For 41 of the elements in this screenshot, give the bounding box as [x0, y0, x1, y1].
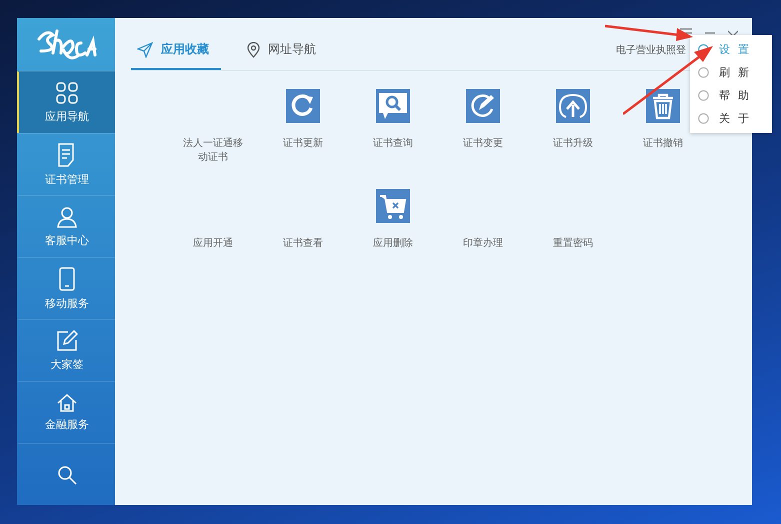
app-shortcut[interactable]: 证书查看 [258, 189, 348, 277]
menu-item[interactable]: 刷新 [690, 61, 772, 84]
app-shortcut[interactable]: 证书查询 [348, 89, 438, 177]
sidebar-item[interactable]: 应用导航 [17, 71, 115, 133]
menu-item[interactable]: 关于 [690, 107, 772, 130]
app-shortcut[interactable]: 应用删除 [348, 189, 438, 277]
sidebar-item[interactable]: 证书管理 [17, 133, 115, 195]
search-icon [376, 89, 410, 123]
trash-icon [646, 89, 680, 123]
app-shortcut[interactable]: 证书变更 [438, 89, 528, 177]
grid-icon [56, 82, 78, 104]
tab[interactable]: 应用收藏 [131, 41, 221, 70]
phone-icon [59, 266, 75, 290]
house-icon [57, 394, 77, 412]
app-shortcut[interactable]: 证书升级 [528, 89, 618, 177]
app-shortcut[interactable]: 印章办理 [438, 189, 528, 277]
menu-item[interactable]: 设置 [690, 38, 772, 61]
menu-item[interactable]: 帮助 [690, 84, 772, 107]
sidebar-item[interactable]: 金融服务 [17, 381, 115, 443]
edit-icon [56, 330, 78, 352]
app-shortcut[interactable]: 重置密码 [528, 189, 618, 277]
cart-icon [376, 189, 410, 223]
circle-icon [698, 113, 709, 124]
person-icon [56, 206, 78, 228]
app-shortcut[interactable]: 证书更新 [258, 89, 348, 177]
search-icon [57, 464, 77, 484]
sidebar-item[interactable]: 大家签 [17, 319, 115, 381]
circle-icon [698, 67, 709, 78]
app-shortcut[interactable]: 应用开通 [168, 189, 258, 277]
circle-icon [698, 90, 709, 101]
tab[interactable]: 网址导航 [241, 41, 331, 70]
paper-plane-icon [137, 42, 153, 58]
header-text: 电子营业执照登 [616, 44, 686, 58]
chevron-down-icon[interactable] [728, 28, 738, 38]
location-pin-icon [247, 42, 260, 58]
sidebar-item[interactable]: 移动服务 [17, 257, 115, 319]
refresh-icon [286, 89, 320, 123]
document-icon [57, 142, 77, 166]
app-shortcut[interactable]: 法人一证通移动证书 [168, 89, 258, 177]
upload-icon [556, 89, 590, 123]
sidebar-item[interactable]: 客服中心 [17, 195, 115, 257]
